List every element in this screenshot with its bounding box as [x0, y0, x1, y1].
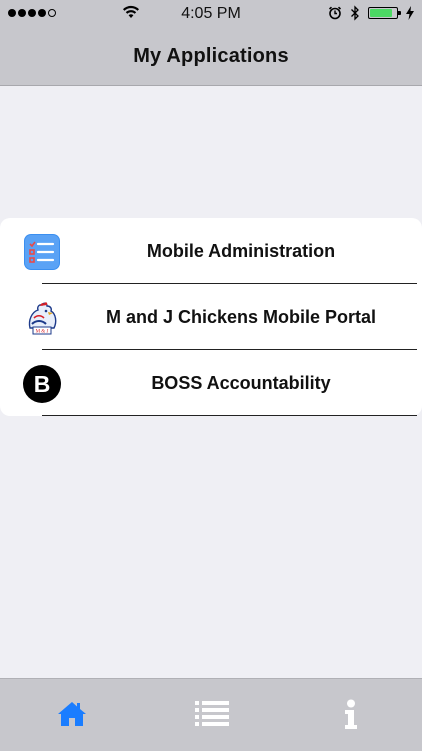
home-icon[interactable] [56, 699, 88, 729]
list-item-boss-accountability[interactable]: B BOSS Accountability [0, 350, 422, 416]
chicken-logo-icon: M & J [28, 302, 57, 335]
battery-icon [368, 7, 401, 19]
app-label: Mobile Administration [146, 240, 336, 261]
info-icon[interactable] [342, 699, 360, 731]
bluetooth-icon [351, 5, 359, 21]
svg-text:M & J: M & J [36, 330, 49, 335]
tab-bar [0, 678, 422, 751]
app-label: BOSS Accountability [151, 372, 331, 393]
checklist-icon [24, 234, 60, 270]
svg-text:B: B [34, 371, 51, 397]
list-item-mobile-administration[interactable]: Mobile Administration [0, 218, 422, 284]
list-item-m-and-j-chickens[interactable]: M & J M and J Chickens Mobile Portal [0, 284, 422, 350]
list-icon[interactable] [194, 699, 230, 729]
nav-bar: My Applications [0, 28, 422, 86]
alarm-icon [328, 6, 342, 20]
status-bar: 4:05 PM [0, 0, 422, 28]
app-list: Mobile Administration M & J M and J Chic… [0, 218, 422, 416]
row-divider [42, 415, 417, 416]
boss-b-icon: B [23, 365, 61, 403]
app-label: M and J Chickens Mobile Portal [105, 306, 377, 327]
charging-bolt-icon [406, 6, 414, 20]
page-title: My Applications [133, 45, 289, 67]
